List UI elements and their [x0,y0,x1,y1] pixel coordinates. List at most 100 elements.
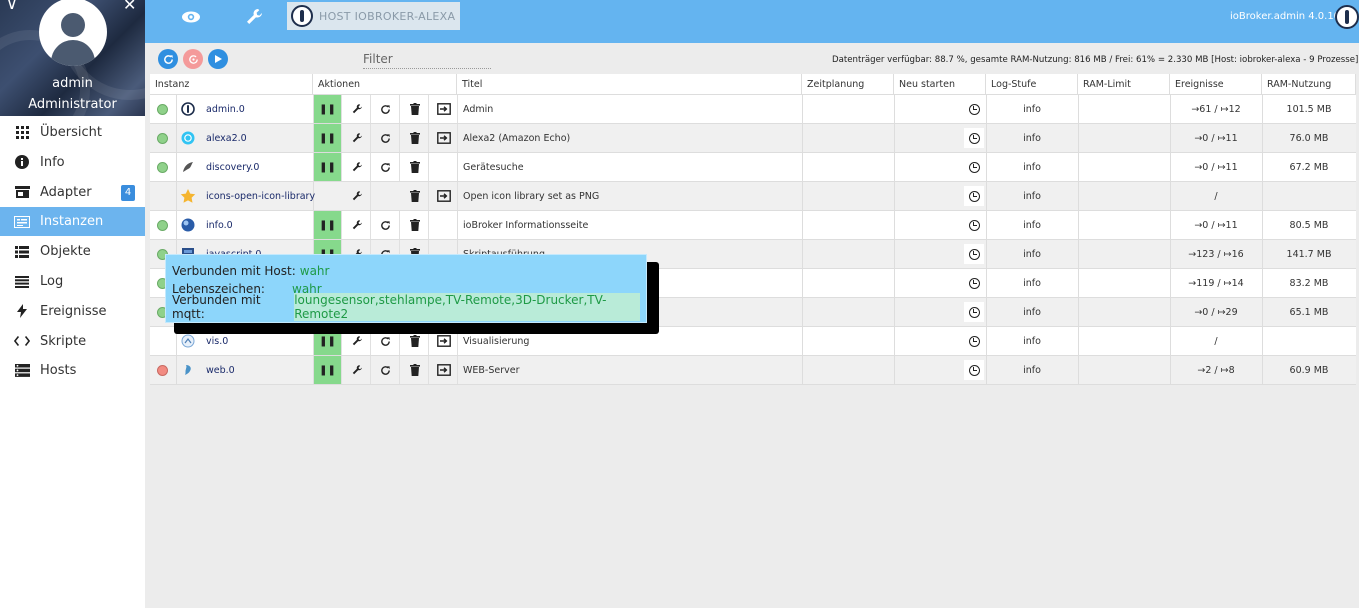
sidebar-item-label: Info [40,154,65,170]
clock-icon[interactable] [964,157,984,177]
pause-button[interactable]: ❚❚ [314,153,342,181]
wrench-icon[interactable] [244,7,264,32]
discovery-adapter-icon [180,159,196,175]
host-selector-button[interactable]: HOST IOBROKER-ALEXA [287,2,460,30]
instance-name[interactable]: discovery.0 [206,153,259,181]
sidebar-item-info[interactable]: Info [0,148,145,177]
clock-icon[interactable] [964,331,984,351]
column-header[interactable]: RAM-Nutzung [1262,74,1356,94]
instance-name[interactable]: icons-open-icon-library [206,182,315,210]
connection-tooltip: Verbunden mit Host: wahr Lebenszeichen: … [165,254,647,323]
delete-button[interactable] [401,95,429,123]
log-level: info [1023,364,1041,376]
vis-adapter-icon [180,333,196,349]
sidebar-item-adapter[interactable]: Adapter 4 [0,178,145,207]
sidebar-item-objekte[interactable]: Objekte [0,237,145,266]
clock-icon[interactable] [964,186,984,206]
status-indicator[interactable] [157,104,168,115]
pause-button[interactable]: ❚❚ [314,211,342,239]
clock-icon[interactable] [964,128,984,148]
settings-button[interactable] [343,153,371,181]
avatar [39,0,107,66]
filter-input[interactable] [363,50,491,69]
delete-button[interactable] [401,182,429,210]
clock-icon[interactable] [964,99,984,119]
open-link-button[interactable] [430,356,458,384]
pause-button[interactable]: ❚❚ [314,124,342,152]
clock-icon[interactable] [964,302,984,322]
restart-button[interactable] [372,124,400,152]
sidebar-item-label: Objekte [40,244,91,260]
column-header[interactable]: Aktionen [313,74,457,94]
top-bar: HOST IOBROKER-ALEXA ioBroker.admin 4.0.1… [145,0,1359,43]
column-header[interactable]: Zeitplanung [802,74,894,94]
open-link-button[interactable] [430,95,458,123]
eye-icon[interactable] [181,9,201,30]
sidebar-item-instanzen[interactable]: Instanzen [0,207,145,237]
instance-name[interactable]: admin.0 [206,95,245,123]
sidebar-item-hosts[interactable]: Hosts [0,356,145,385]
settings-button[interactable] [343,182,371,210]
column-header[interactable]: RAM-Limit [1078,74,1170,94]
log-level: info [1023,248,1041,260]
play-button[interactable] [208,49,228,69]
restart-button[interactable] [372,153,400,181]
user-name: admin [52,76,93,91]
clock-icon[interactable] [964,244,984,264]
grid-icon [14,126,30,139]
sidebar-item-ereignisse[interactable]: Ereignisse [0,297,145,326]
settings-button[interactable] [343,356,371,384]
restart-button[interactable] [372,95,400,123]
instance-name[interactable]: info.0 [206,211,233,239]
settings-button[interactable] [343,211,371,239]
status-indicator[interactable] [157,365,168,376]
restart-button[interactable] [372,356,400,384]
sidebar-item-label: Adapter [40,184,92,200]
instance-name[interactable]: web.0 [206,356,235,384]
clock-icon[interactable] [964,215,984,235]
sidebar-item-label: Instanzen [40,214,104,230]
info-icon [14,155,30,170]
restart-button[interactable] [372,211,400,239]
tooltip-mqtt-value: loungesensor,stehlampe,TV-Remote,3D-Druc… [294,293,640,321]
pause-button[interactable]: ❚❚ [314,356,342,384]
instance-name[interactable]: alexa2.0 [206,124,247,152]
status-indicator[interactable] [157,220,168,231]
delete-button[interactable] [401,124,429,152]
column-header[interactable]: Titel [457,74,802,94]
status-indicator[interactable] [157,162,168,173]
table-row: icons-open-icon-library Open icon library… [150,182,1356,211]
alexa-adapter-icon [180,130,196,146]
open-link-button[interactable] [430,182,458,210]
log-level: info [1023,190,1041,202]
delete-button[interactable] [401,153,429,181]
sidebar-item-log[interactable]: Log [0,267,145,296]
sidebar-item-übersicht[interactable]: Übersicht [0,118,145,147]
refresh-button[interactable] [158,49,178,69]
sidebar-item-label: Ereignisse [40,303,107,319]
table-row: alexa2.0 ❚❚ Alexa2 (Amazon Echo) info →0 / ↦… [150,124,1356,153]
clock-icon[interactable] [964,273,984,293]
delete-button[interactable] [401,356,429,384]
column-header[interactable]: Neu starten [894,74,986,94]
ram-usage [1262,327,1356,355]
settings-button[interactable] [343,124,371,152]
clock-icon[interactable] [964,360,984,380]
delete-button[interactable] [401,211,429,239]
disk-info-text: Datenträger verfügbar: 88.7 %, gesamte R… [832,55,1359,65]
restart-host-button[interactable] [183,49,203,69]
settings-button[interactable] [343,95,371,123]
open-link-button[interactable] [430,124,458,152]
close-icon[interactable]: ✕ [123,0,136,14]
pause-button[interactable]: ❚❚ [314,95,342,123]
table-row: info.0 ❚❚ ioBroker Informationsseite info →0… [150,211,1356,240]
column-header[interactable]: Log-Stufe [986,74,1078,94]
chevron-down-icon[interactable]: ∨ [6,0,18,13]
column-header[interactable]: Ereignisse [1170,74,1262,94]
list-icon [14,245,30,258]
sidebar-item-skripte[interactable]: Skripte [0,327,145,356]
ram-usage [1262,182,1356,210]
ram-usage: 67.2 MB [1289,161,1329,173]
column-header[interactable]: Instanz [150,74,313,94]
status-indicator[interactable] [157,133,168,144]
